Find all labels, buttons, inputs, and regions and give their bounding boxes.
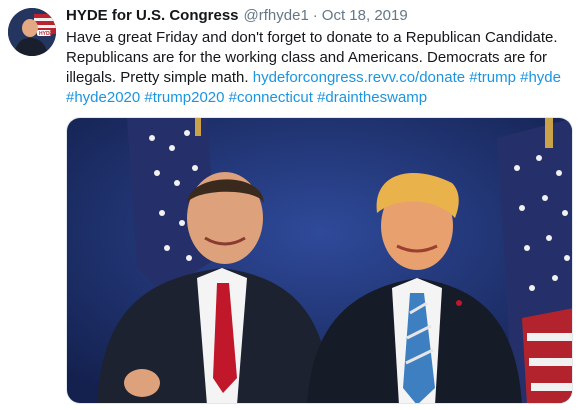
- tweet-photo[interactable]: [66, 117, 573, 404]
- header-separator: ·: [312, 7, 318, 24]
- donate-link[interactable]: hydeforcongress.revv.co/donate: [253, 69, 465, 86]
- hashtag-hyde2020[interactable]: #hyde2020: [66, 89, 140, 106]
- profile-photo-icon: HYDE: [8, 8, 56, 56]
- svg-text:HYDE: HYDE: [39, 31, 54, 37]
- hashtag-draintheswamp[interactable]: #draintheswamp: [317, 89, 427, 106]
- hashtag-hyde[interactable]: #hyde: [520, 69, 561, 86]
- tweet-header: HYDE for U.S. Congress @rfhyde1 · Oct 18, 2…: [66, 6, 408, 26]
- avatar[interactable]: HYDE: [8, 8, 56, 56]
- tweet-text: Have a great Friday and don't forget to …: [66, 28, 576, 108]
- hashtag-trump[interactable]: #trump: [469, 69, 516, 86]
- author-name[interactable]: HYDE for U.S. Congress: [66, 7, 239, 24]
- hashtag-connecticut[interactable]: #connecticut: [229, 89, 313, 106]
- hashtag-trump2020[interactable]: #trump2020: [144, 89, 224, 106]
- photo-two-men-with-flags-icon: [67, 118, 572, 403]
- author-handle[interactable]: @rfhyde1: [244, 7, 309, 24]
- tweet[interactable]: HYDE HYDE for U.S. Congress @rfhyde1 · Oct …: [0, 0, 585, 410]
- tweet-date[interactable]: Oct 18, 2019: [322, 7, 408, 24]
